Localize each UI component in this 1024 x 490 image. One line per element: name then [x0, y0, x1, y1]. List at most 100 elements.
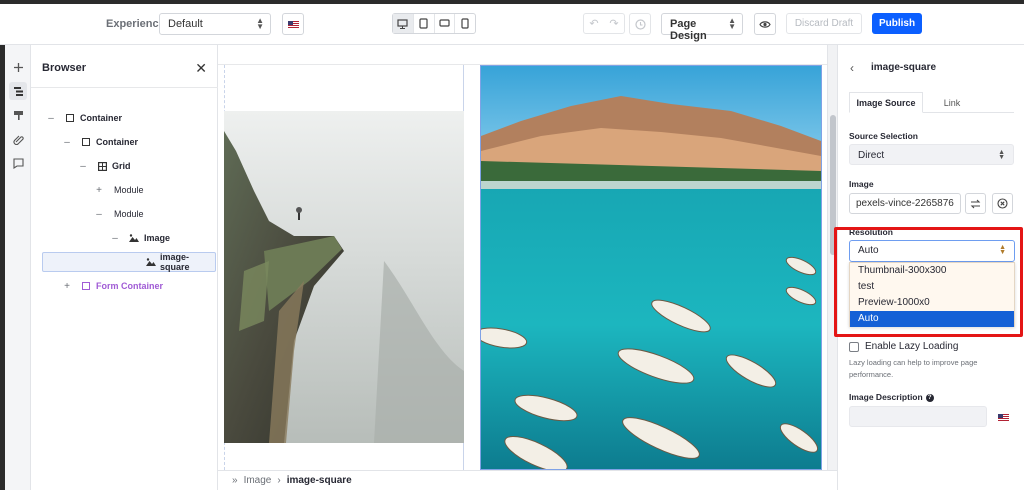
paint-brush-icon[interactable] — [9, 106, 27, 124]
page-design-label: Page Design — [670, 18, 707, 42]
browser-icon[interactable] — [9, 82, 27, 100]
us-flag-icon — [287, 20, 299, 28]
add-fragment-icon[interactable] — [9, 58, 27, 76]
scrollbar-thumb[interactable] — [830, 115, 836, 255]
tree-item-grid[interactable]: – Grid — [31, 156, 218, 176]
resolution-dropdown: Thumbnail-300x300 test Preview-1000x0 Au… — [849, 262, 1015, 327]
tree-item-image[interactable]: – Image — [31, 228, 218, 248]
breadcrumb: » Image › image-square — [218, 470, 837, 490]
select-caret-icon: ▲ ▼ — [999, 244, 1006, 256]
lazy-loading-checkbox[interactable] — [849, 342, 859, 352]
resolution-option-selected[interactable]: Auto — [850, 311, 1014, 327]
tree-item-label: Image — [144, 233, 171, 243]
resolution-option[interactable]: Thumbnail-300x300 — [850, 263, 1014, 279]
desktop-icon — [397, 18, 408, 29]
language-button[interactable] — [282, 13, 304, 35]
tree-item-module[interactable]: + Module — [31, 180, 218, 200]
image-field[interactable]: pexels-vince-2265876 — [849, 193, 961, 214]
form-container-icon — [82, 282, 90, 290]
image-icon — [146, 258, 156, 266]
container-icon — [82, 138, 90, 146]
tree-item-label: Form Container — [96, 281, 164, 291]
resolution-select[interactable]: Auto ▲ ▼ — [849, 240, 1015, 262]
close-icon[interactable]: ✕ — [195, 60, 207, 77]
resolution-option[interactable]: test — [850, 279, 1014, 295]
landscape-device-button[interactable] — [435, 14, 456, 33]
comments-icon[interactable] — [9, 154, 27, 172]
lazy-loading-helper: Lazy loading can help to improve page pe… — [849, 358, 978, 379]
expand-toggle[interactable]: + — [63, 281, 71, 292]
tab-link[interactable]: Link — [931, 92, 973, 113]
device-preview-group — [392, 13, 476, 34]
grid-icon — [98, 161, 107, 171]
page-design-select[interactable]: Page Design ▲ ▼ — [661, 13, 743, 42]
image-label: Image — [849, 179, 874, 189]
harbor-image[interactable] — [480, 65, 822, 470]
top-toolbar: Experience Default ▲ ▼ ↶ ↷ Page Design ▲ ▼… — [0, 4, 1024, 45]
tablet-device-button[interactable] — [414, 14, 435, 33]
resolution-option[interactable]: Preview-1000x0 — [850, 295, 1014, 311]
landscape-phone-icon — [439, 19, 450, 27]
phone-icon — [461, 18, 469, 29]
resolution-value: Auto — [858, 245, 879, 256]
replace-image-button[interactable] — [965, 193, 986, 214]
image-description-label: Image Description? — [849, 392, 934, 402]
desktop-device-button[interactable] — [393, 14, 414, 33]
collapse-toggle[interactable]: – — [63, 137, 71, 148]
divider — [31, 87, 218, 88]
tablet-icon — [419, 18, 428, 29]
history-button[interactable] — [629, 13, 651, 35]
back-icon[interactable]: ‹ — [850, 61, 854, 75]
breadcrumb-current: image-square — [286, 475, 352, 486]
tree-item-label: Container — [80, 113, 123, 123]
paperclip-icon[interactable] — [9, 130, 27, 148]
source-selection-label: Source Selection — [849, 131, 918, 141]
container-icon — [66, 114, 74, 122]
publish-button[interactable]: Publish — [872, 13, 922, 34]
tree-item-image-square[interactable]: image-square — [42, 252, 216, 272]
collapse-toggle[interactable]: – — [111, 233, 119, 244]
lazy-loading-label: Enable Lazy Loading — [865, 341, 959, 352]
image-description-text: Image Description — [849, 392, 923, 402]
redo-icon[interactable]: ↷ — [604, 14, 624, 33]
tree-item-container[interactable]: – Container — [31, 108, 218, 128]
experience-select[interactable]: Default ▲ ▼ — [159, 13, 271, 35]
chevron-right-icon: › — [277, 475, 281, 486]
tree-item-label: Grid — [112, 161, 131, 171]
cliff-image[interactable] — [224, 111, 464, 443]
sidebar-icon-rail — [5, 45, 31, 490]
undo-icon[interactable]: ↶ — [584, 14, 604, 33]
browser-panel: Browser ✕ – Container – Container – Grid… — [31, 45, 218, 490]
tree-item-container[interactable]: – Container — [31, 132, 218, 152]
canvas-top-strip — [218, 45, 827, 65]
source-selection-select[interactable]: Direct ▲ ▼ — [849, 144, 1014, 165]
experience-value: Default — [168, 18, 203, 30]
swap-icon — [970, 199, 981, 208]
canvas-scrollbar[interactable] — [827, 45, 837, 470]
tree-item-module[interactable]: – Module — [31, 204, 218, 224]
clear-icon — [997, 198, 1008, 209]
collapse-toggle[interactable]: – — [95, 209, 103, 220]
expand-toggle[interactable]: + — [95, 185, 103, 196]
panel-tabs: Image Source Link — [849, 92, 1014, 113]
collapse-toggle[interactable]: – — [79, 161, 87, 172]
clear-image-button[interactable] — [992, 193, 1013, 214]
image-description-input[interactable] — [849, 406, 987, 427]
preview-button[interactable] — [754, 13, 776, 35]
info-icon[interactable]: ? — [925, 393, 934, 402]
phone-device-button[interactable] — [455, 14, 475, 33]
eye-icon — [759, 20, 771, 28]
collapse-toggle[interactable]: – — [47, 113, 55, 124]
experience-label: Experience — [106, 18, 165, 30]
breadcrumb-parent[interactable]: Image — [244, 475, 272, 486]
tree-item-label: Module — [114, 185, 144, 195]
select-caret-icon: ▲ ▼ — [998, 149, 1005, 161]
tab-image-source[interactable]: Image Source — [849, 92, 923, 113]
us-flag-icon[interactable] — [998, 414, 1009, 421]
browser-title: Browser — [42, 62, 87, 74]
tree-item-form-container[interactable]: + Form Container — [31, 276, 218, 296]
breadcrumb-expand-icon[interactable]: » — [232, 475, 238, 486]
discard-draft-button[interactable]: Discard Draft — [786, 13, 862, 34]
tree-item-label: Container — [96, 137, 139, 147]
tree-item-label: Module — [114, 209, 144, 219]
